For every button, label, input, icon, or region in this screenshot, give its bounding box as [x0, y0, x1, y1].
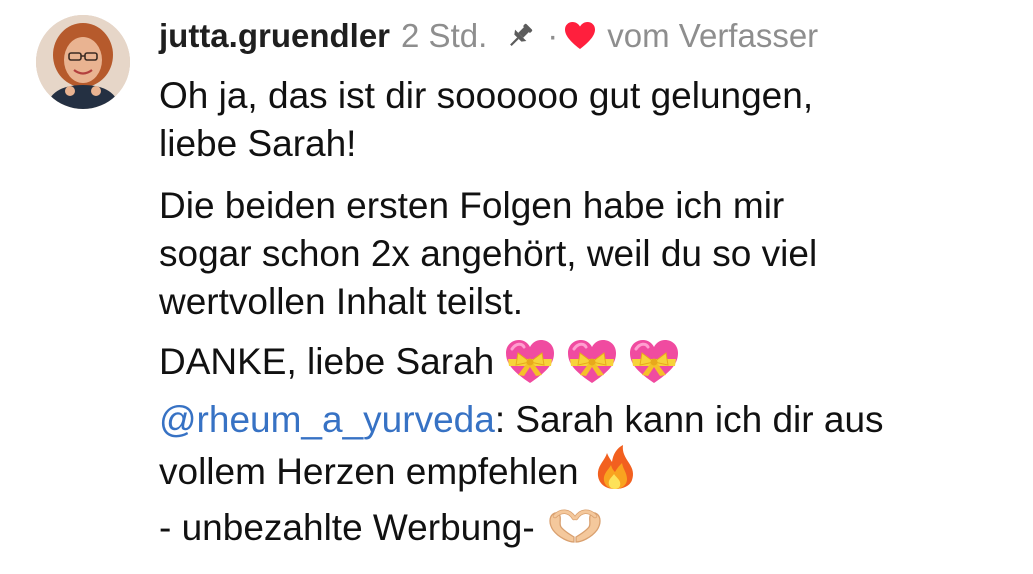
avatar-photo — [36, 15, 130, 109]
author-like-label: vom Verfasser — [607, 17, 819, 54]
separator-dot: · — [547, 17, 559, 54]
comment-line: wertvollen Inhalt teilst. — [159, 281, 524, 322]
timestamp: 2 Std. — [401, 17, 488, 54]
heart-with-ribbon-emoji — [566, 339, 618, 385]
heart-icon — [564, 21, 596, 51]
comment-line: Oh ja, das ist dir soooooo gut gelungen, — [159, 75, 814, 116]
fire-emoji — [595, 444, 635, 490]
comment-line: @rheum_a_yurveda: Sarah kann ich dir aus — [159, 396, 1019, 444]
pin-icon — [503, 19, 537, 53]
heart-with-ribbon-emoji — [628, 339, 680, 385]
avatar[interactable] — [36, 15, 130, 109]
comment-line: - unbezahlte Werbung- — [159, 507, 535, 548]
comment-line: sogar schon 2x angehört, weil du so viel — [159, 233, 818, 274]
comment-header: jutta.gruendler 2 Std. · vom Verfasser — [159, 14, 1019, 58]
username-link[interactable]: jutta.gruendler — [159, 17, 390, 55]
comment-line: DANKE, liebe Sarah — [159, 341, 495, 382]
comment-paragraph: @rheum_a_yurveda: Sarah kann ich dir aus… — [159, 396, 1019, 496]
comment-line: Die beiden ersten Folgen habe ich mir — [159, 185, 785, 226]
comment-line: vollem Herzen empfehlen — [159, 444, 1019, 496]
comment-paragraph: DANKE, liebe Sarah — [159, 338, 1019, 386]
comment-paragraph: - unbezahlte Werbung- — [159, 504, 1019, 552]
comment-line-text: : Sarah kann ich dir aus — [494, 399, 884, 440]
comment-line: liebe Sarah! — [159, 123, 357, 164]
comment-paragraph: Die beiden ersten Folgen habe ich mir so… — [159, 182, 1019, 326]
heart-with-ribbon-emoji — [504, 339, 556, 385]
comment-text: Oh ja, das ist dir soooooo gut gelungen,… — [159, 72, 1019, 552]
comment-line-text: vollem Herzen empfehlen — [159, 451, 579, 492]
heart-hands-emoji — [547, 508, 603, 548]
comment-body: jutta.gruendler 2 Std. · vom Verfasser O… — [159, 14, 1019, 552]
comment-paragraph: Oh ja, das ist dir soooooo gut gelungen,… — [159, 72, 1019, 168]
mention-link[interactable]: @rheum_a_yurveda — [159, 399, 495, 440]
